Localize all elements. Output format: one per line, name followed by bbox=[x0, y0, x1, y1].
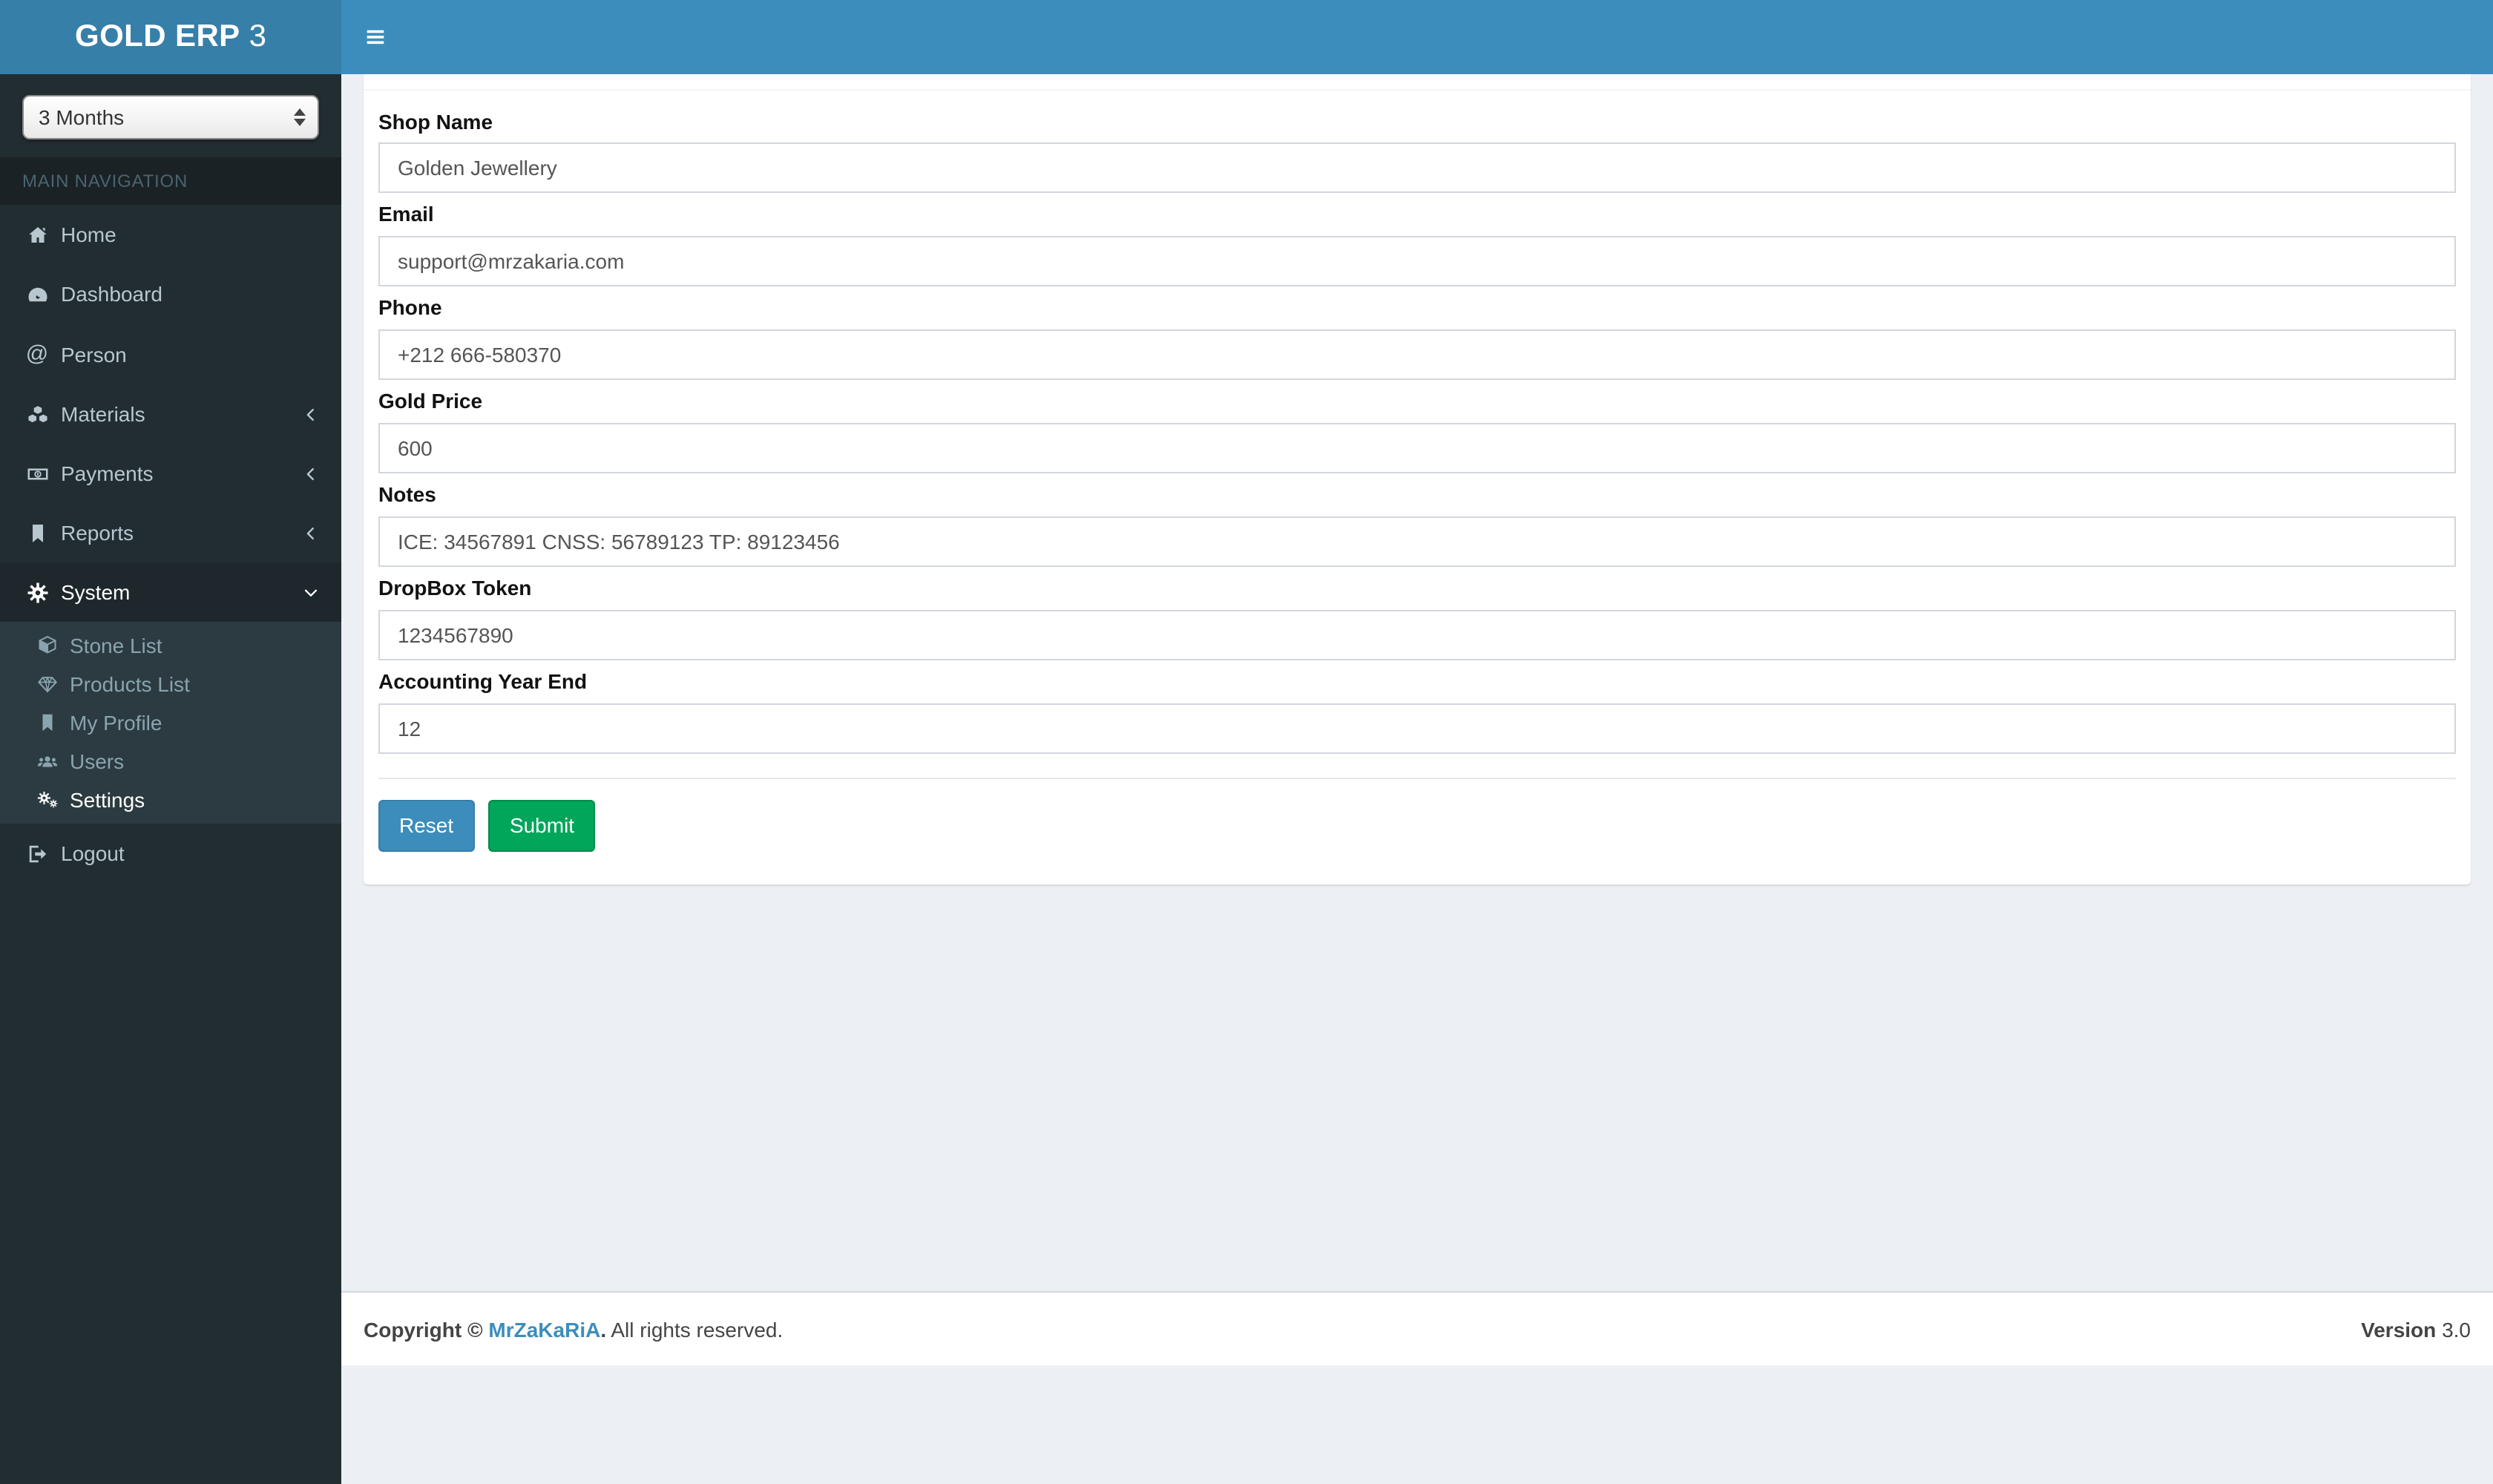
chevron-down-icon bbox=[303, 584, 319, 600]
sidebar-item-label: Logout bbox=[61, 841, 125, 865]
cubes-icon bbox=[22, 403, 52, 425]
sidebar-item-payments[interactable]: Payments bbox=[0, 444, 341, 503]
sidebar-item-reports[interactable]: Reports bbox=[0, 503, 341, 562]
brand-version: 3 bbox=[249, 19, 266, 53]
gem-icon bbox=[33, 674, 62, 695]
sidebar-section-header: MAIN NAVIGATION bbox=[0, 157, 341, 205]
sidebar-menu: Home Dashboard @ Person Materials Paymen… bbox=[0, 205, 341, 622]
sidebar-item-label: Reports bbox=[61, 521, 134, 545]
version: Version 3.0 bbox=[2361, 1317, 2471, 1341]
version-label: Version bbox=[2361, 1317, 2437, 1341]
bookmark-icon bbox=[33, 712, 62, 733]
gears-icon bbox=[33, 789, 62, 810]
brand-name: GOLD ERP bbox=[75, 19, 240, 53]
at-icon: @ bbox=[25, 341, 49, 367]
notes-input[interactable] bbox=[378, 516, 2456, 568]
submenu-item-label: Users bbox=[70, 749, 125, 773]
form-group-dropbox-token: DropBox Token bbox=[378, 574, 2456, 660]
sidebar-item-logout[interactable]: Logout bbox=[0, 824, 341, 883]
form-group-email: Email bbox=[378, 201, 2456, 287]
version-value: 3.0 bbox=[2442, 1317, 2471, 1341]
app-root: GOLD ERP 3 3 Months MAIN NAVIGATION Home bbox=[0, 0, 2493, 1484]
copyright-prefix: Copyright © bbox=[364, 1317, 483, 1341]
sidebar-item-label: Home bbox=[61, 223, 116, 246]
accounting-year-end-input[interactable] bbox=[378, 703, 2456, 754]
sidebar-item-label: Dashboard bbox=[61, 282, 162, 306]
form-group-phone: Phone bbox=[378, 295, 2456, 381]
settings-box: Settings Shop Name Email Phone Gold Pric… bbox=[364, 22, 2471, 885]
sidebar-item-person[interactable]: @ Person bbox=[0, 324, 341, 384]
reset-button[interactable]: Reset bbox=[378, 799, 475, 853]
submenu-item-label: Stone List bbox=[70, 634, 162, 657]
form-group-gold-price: Gold Price bbox=[378, 388, 2456, 474]
cube-icon bbox=[33, 635, 62, 656]
users-icon bbox=[33, 751, 62, 772]
gear-icon bbox=[22, 581, 52, 603]
home-icon bbox=[22, 223, 52, 246]
gold-price-input[interactable] bbox=[378, 423, 2456, 474]
period-select[interactable]: 3 Months bbox=[22, 95, 319, 139]
sidebar: 3 Months MAIN NAVIGATION Home Dashboard … bbox=[0, 74, 341, 1484]
form-group-notes: Notes bbox=[378, 481, 2456, 568]
email-input[interactable] bbox=[378, 236, 2456, 287]
submenu-item-label: My Profile bbox=[70, 711, 162, 735]
submenu-item-label: Settings bbox=[70, 788, 145, 812]
submenu-item-products-list[interactable]: Products List bbox=[0, 665, 341, 703]
chevron-left-icon bbox=[303, 465, 319, 482]
copyright: Copyright © MrZaKaRiA. All rights reserv… bbox=[364, 1317, 783, 1341]
sidebar-item-label: Person bbox=[61, 342, 127, 366]
sidebar-item-system[interactable]: System bbox=[0, 562, 341, 622]
sidebar-item-label: Materials bbox=[61, 402, 145, 426]
sidebar-item-label: System bbox=[61, 580, 131, 604]
chevron-left-icon bbox=[303, 406, 319, 422]
rights-text: All rights reserved. bbox=[611, 1317, 784, 1341]
bookmark-icon bbox=[22, 522, 52, 544]
dashboard-icon bbox=[22, 283, 52, 305]
sidebar-toggle-button[interactable] bbox=[341, 0, 410, 74]
sidebar-item-dashboard[interactable]: Dashboard bbox=[0, 264, 341, 324]
system-submenu: Stone List Products List My Profile User… bbox=[0, 622, 341, 824]
accounting-year-end-label: Accounting Year End bbox=[378, 669, 588, 693]
top-navbar bbox=[341, 0, 2493, 74]
dropbox-token-input[interactable] bbox=[378, 609, 2456, 660]
brand-link[interactable]: MrZaKaRiA bbox=[488, 1317, 600, 1341]
notes-label: Notes bbox=[378, 482, 436, 507]
form-group-shop-name: Shop Name bbox=[378, 108, 2456, 194]
copyright-dot: . bbox=[600, 1317, 607, 1341]
email-label: Email bbox=[378, 202, 434, 226]
phone-label: Phone bbox=[378, 295, 442, 320]
shop-name-input[interactable] bbox=[378, 142, 2456, 194]
phone-input[interactable] bbox=[378, 329, 2456, 381]
main-header: GOLD ERP 3 bbox=[0, 0, 2493, 74]
sidebar-item-home[interactable]: Home bbox=[0, 205, 341, 264]
app-logo[interactable]: GOLD ERP 3 bbox=[0, 0, 341, 74]
dropbox-token-label: DropBox Token bbox=[378, 576, 532, 600]
sidebar-item-materials[interactable]: Materials bbox=[0, 384, 341, 444]
chevron-left-icon bbox=[303, 525, 319, 541]
period-selector-wrap: 3 Months bbox=[22, 95, 319, 139]
content-wrapper: Settings Shop Name Email Phone Gold Pric… bbox=[341, 0, 2493, 1291]
sidebar-item-label: Payments bbox=[61, 462, 154, 485]
logout-icon bbox=[22, 842, 52, 864]
gold-price-label: Gold Price bbox=[378, 389, 483, 413]
settings-form: Shop Name Email Phone Gold Price Notes bbox=[364, 90, 2471, 885]
form-group-accounting-year-end: Accounting Year End bbox=[378, 668, 2456, 754]
submenu-item-stone-list[interactable]: Stone List bbox=[0, 626, 341, 665]
shop-name-label: Shop Name bbox=[378, 109, 493, 134]
sidebar-menu-bottom: Logout bbox=[0, 824, 341, 883]
submit-button[interactable]: Submit bbox=[488, 799, 596, 853]
hamburger-icon bbox=[364, 25, 387, 49]
form-divider bbox=[378, 777, 2456, 779]
submenu-item-label: Products List bbox=[70, 672, 190, 696]
submenu-item-users[interactable]: Users bbox=[0, 742, 341, 781]
submenu-item-my-profile[interactable]: My Profile bbox=[0, 703, 341, 742]
main-footer: Copyright © MrZaKaRiA. All rights reserv… bbox=[341, 1291, 2493, 1365]
money-icon bbox=[22, 462, 52, 485]
submenu-item-settings[interactable]: Settings bbox=[0, 781, 341, 819]
